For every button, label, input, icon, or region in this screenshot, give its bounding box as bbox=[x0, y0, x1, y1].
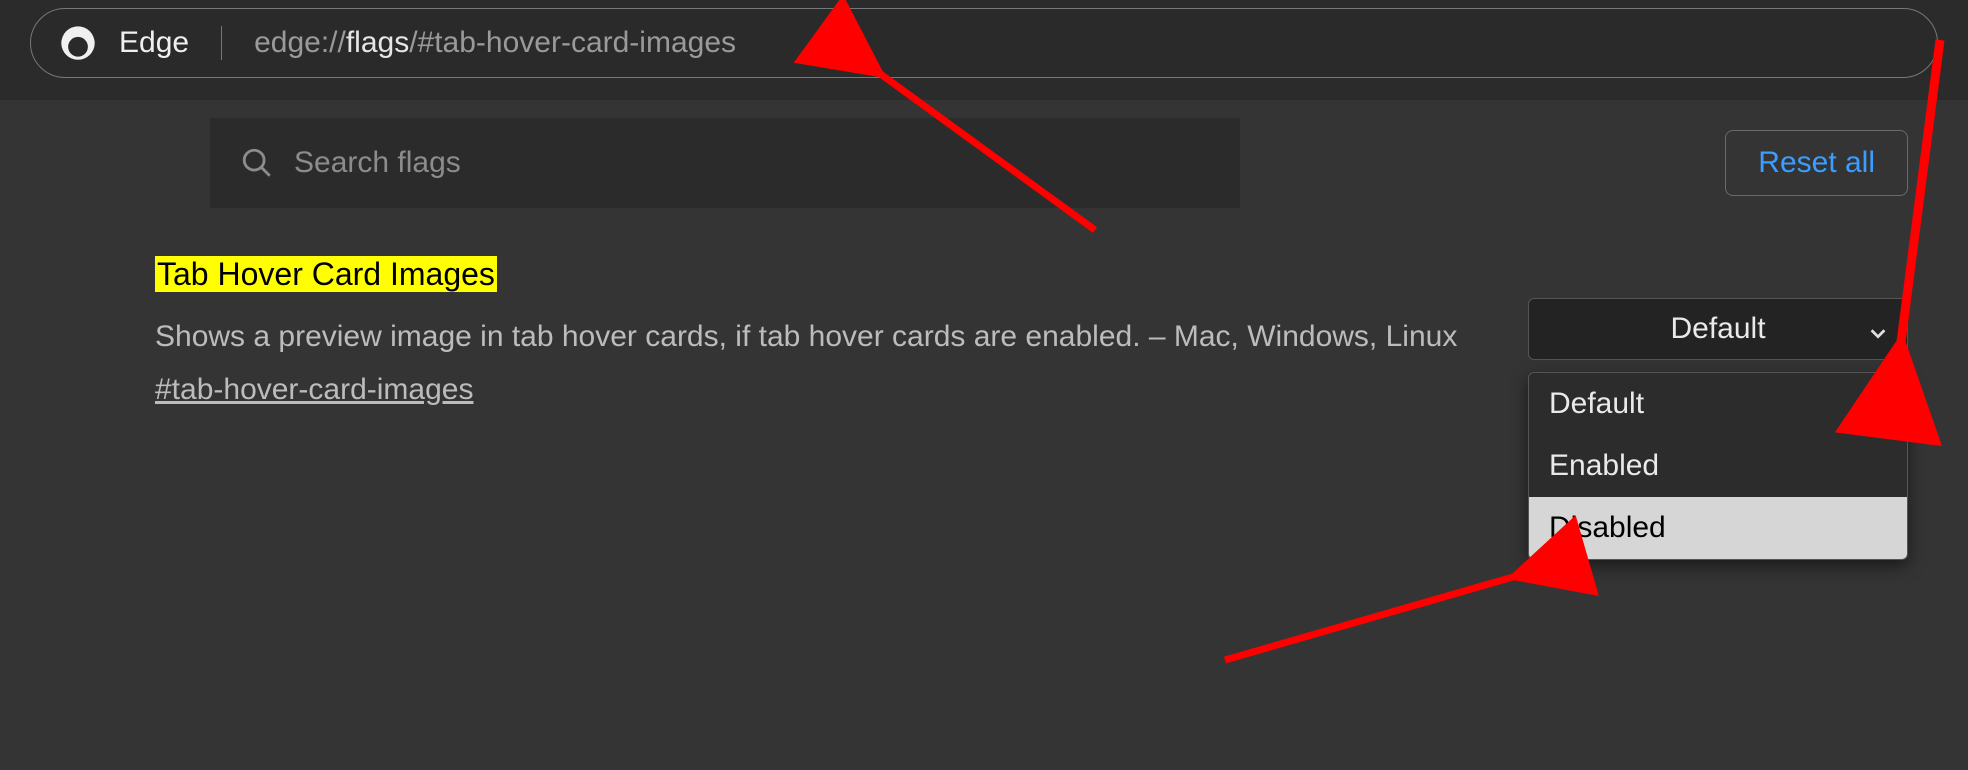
edge-icon bbox=[59, 24, 97, 62]
chevron-down-icon bbox=[1867, 318, 1889, 340]
address-bar[interactable]: Edge edge://flags/#tab-hover-card-images bbox=[30, 8, 1938, 78]
url-path: /#tab-hover-card-images bbox=[409, 26, 736, 60]
dropdown-option-enabled[interactable]: Enabled bbox=[1529, 435, 1907, 497]
flag-description: Shows a preview image in tab hover cards… bbox=[155, 314, 1468, 359]
flag-select-value: Default bbox=[1670, 312, 1765, 346]
page-content: Reset all Tab Hover Card Images Shows a … bbox=[0, 100, 1968, 770]
flag-entry: Tab Hover Card Images Shows a preview im… bbox=[0, 226, 1968, 407]
search-icon bbox=[240, 146, 274, 180]
flag-title: Tab Hover Card Images bbox=[155, 256, 497, 292]
search-input[interactable] bbox=[294, 146, 1210, 180]
url-scheme: edge:// bbox=[254, 26, 346, 60]
toolbar: Reset all bbox=[0, 100, 1968, 226]
separator bbox=[221, 26, 222, 60]
flag-anchor-link[interactable]: #tab-hover-card-images bbox=[155, 373, 473, 407]
app-name-label: Edge bbox=[119, 26, 189, 60]
flag-dropdown[interactable]: Default Enabled Disabled bbox=[1528, 372, 1908, 560]
flag-text-block: Tab Hover Card Images Shows a preview im… bbox=[155, 254, 1468, 407]
reset-all-button[interactable]: Reset all bbox=[1725, 130, 1908, 196]
flag-select[interactable]: Default bbox=[1528, 298, 1908, 360]
dropdown-option-disabled[interactable]: Disabled bbox=[1529, 497, 1907, 559]
url-host: flags bbox=[346, 26, 409, 60]
url-display[interactable]: edge://flags/#tab-hover-card-images bbox=[254, 26, 736, 60]
search-box[interactable] bbox=[210, 118, 1240, 208]
dropdown-option-default[interactable]: Default bbox=[1529, 373, 1907, 435]
flag-select-wrap: Default Default Enabled Disabled bbox=[1528, 298, 1908, 360]
